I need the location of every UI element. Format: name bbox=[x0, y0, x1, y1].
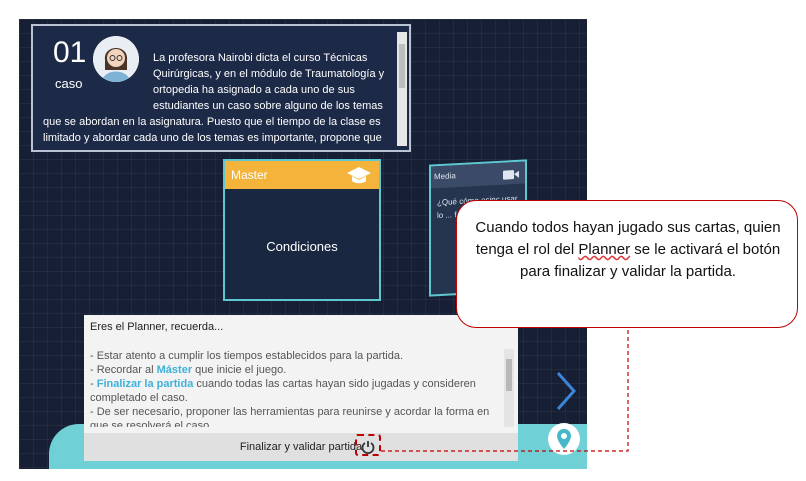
callout-text: Cuando todos hayan jugado sus cartas, qu… bbox=[475, 219, 781, 280]
annotation-callout: Cuando todos hayan jugado sus cartas, qu… bbox=[456, 200, 798, 328]
